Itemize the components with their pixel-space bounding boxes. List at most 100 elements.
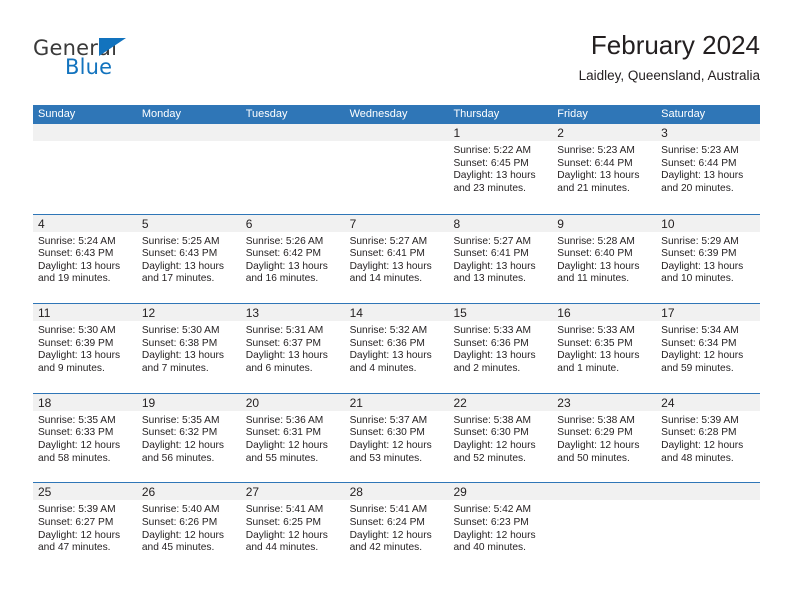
day-number: 3	[661, 126, 668, 140]
calendar-day-cell[interactable]: 28 Sunrise: 5:41 AM Sunset: 6:24 PM Dayligh…	[344, 483, 449, 572]
sunrise-text: Sunrise: 5:23 AM	[557, 145, 635, 156]
calendar-day-cell[interactable]: 24 Sunrise: 5:39 AM Sunset: 6:28 PM Dayligh…	[656, 393, 761, 483]
sunrise-text: Sunrise: 5:32 AM	[349, 325, 428, 337]
calendar-day-cell[interactable]: 23 Sunrise: 5:38 AM Sunset: 6:29 PM Dayligh…	[552, 393, 657, 483]
day-details: Sunrise: 5:29 AM Sunset: 6:39 PM Daylight:…	[656, 232, 760, 286]
calendar-day-cell[interactable]: 13 Sunrise: 5:31 AM Sunset: 6:37 PM Dayligh…	[240, 304, 345, 393]
calendar-day-cell[interactable]: 20 Sunrise: 5:36 AM Sunset: 6:31 PM Dayligh…	[240, 393, 345, 483]
sunrise-text: Sunrise: 5:33 AM	[557, 325, 635, 337]
weekday-header-sunday: Sunday	[38, 108, 76, 120]
day-details: Sunrise: 5:35 AM Sunset: 6:33 PM Daylight:…	[33, 411, 137, 465]
day-number: 13	[245, 306, 260, 321]
daylight-text-line2: and 50 minutes.	[557, 452, 630, 464]
day-details: Sunrise: 5:42 AM Sunset: 6:23 PM Daylight:…	[448, 500, 552, 554]
daylight-text-line2: and 1 minute.	[557, 362, 620, 374]
daylight-text-line2: and 48 minutes.	[661, 452, 734, 464]
day-number-band	[344, 124, 449, 141]
day-number-band: 22	[448, 393, 553, 411]
calendar-day-cell-empty	[344, 124, 449, 214]
sunset-text: Sunset: 6:36 PM	[453, 337, 529, 349]
day-number: 7	[349, 216, 357, 231]
weekday-header-tuesday: Tuesday	[245, 108, 288, 120]
daylight-text-line1: Daylight: 12 hours	[349, 439, 432, 451]
calendar-day-cell[interactable]: 27 Sunrise: 5:41 AM Sunset: 6:25 PM Dayligh…	[240, 483, 345, 572]
calendar-day-cell[interactable]: 17 Sunrise: 5:34 AM Sunset: 6:34 PM Dayligh…	[656, 304, 761, 393]
calendar-grid: Sunday Monday Tuesday Wednesday Thursday…	[33, 105, 761, 572]
sunset-text: Sunset: 6:43 PM	[141, 248, 218, 260]
daylight-text-line2: and 42 minutes.	[349, 542, 423, 554]
calendar-day-cell[interactable]: 9 Sunrise: 5:28 AM Sunset: 6:40 PM Daylight…	[552, 214, 657, 304]
calendar-day-cell[interactable]: 14 Sunrise: 5:32 AM Sunset: 6:36 PM Dayligh…	[344, 304, 449, 393]
day-details: Sunrise: 5:35 AM Sunset: 6:32 PM Daylight:…	[137, 411, 241, 465]
calendar-day-cell[interactable]: 10 Sunrise: 5:29 AM Sunset: 6:39 PM Dayligh…	[656, 214, 761, 304]
day-details: Sunrise: 5:27 AM Sunset: 6:41 PM Daylight:…	[448, 232, 552, 286]
day-number-band: 13	[240, 304, 345, 322]
calendar-day-cell[interactable]: 19 Sunrise: 5:35 AM Sunset: 6:32 PM Dayligh…	[136, 393, 241, 483]
calendar-day-cell[interactable]: 4 Sunrise: 5:24 AM Sunset: 6:43 PM Daylight…	[33, 214, 137, 304]
calendar-day-cell[interactable]: 6 Sunrise: 5:26 AM Sunset: 6:42 PM Daylight…	[240, 214, 345, 304]
day-number-band: 11	[33, 304, 137, 322]
calendar-day-cell[interactable]: 12 Sunrise: 5:30 AM Sunset: 6:38 PM Dayligh…	[136, 304, 241, 393]
daylight-text-line1: Daylight: 12 hours	[661, 350, 744, 362]
calendar-week-row: 25 Sunrise: 5:39 AM Sunset: 6:27 PM Dayligh…	[33, 482, 761, 572]
sunset-text: Sunset: 6:24 PM	[349, 516, 425, 528]
day-details: Sunrise: 5:37 AM Sunset: 6:30 PM Daylight:…	[345, 411, 449, 465]
calendar-day-cell[interactable]: 29 Sunrise: 5:42 AM Sunset: 6:23 PM Dayligh…	[448, 483, 553, 572]
day-details: Sunrise: 5:33 AM Sunset: 6:35 PM Daylight:…	[552, 321, 656, 375]
day-number-band: 23	[552, 393, 657, 411]
weekday-header-row: Sunday Monday Tuesday Wednesday Thursday…	[33, 105, 760, 124]
sunset-text: Sunset: 6:32 PM	[141, 427, 218, 439]
daylight-text-line1: Daylight: 12 hours	[245, 529, 328, 541]
day-number-band: 24	[656, 393, 761, 411]
daylight-text-line2: and 45 minutes.	[141, 542, 215, 554]
daylight-text-line1: Daylight: 12 hours	[245, 439, 328, 451]
calendar-day-cell[interactable]: 25 Sunrise: 5:39 AM Sunset: 6:27 PM Dayligh…	[33, 483, 137, 572]
calendar-day-cell[interactable]: 26 Sunrise: 5:40 AM Sunset: 6:26 PM Dayligh…	[136, 483, 241, 572]
daylight-text-line2: and 23 minutes.	[453, 182, 526, 194]
day-details: Sunrise: 5:28 AM Sunset: 6:40 PM Daylight:…	[552, 232, 656, 286]
calendar-day-cell[interactable]: 2 Sunrise: 5:23 AM Sunset: 6:44 PM Daylight…	[552, 124, 657, 214]
sunrise-text: Sunrise: 5:27 AM	[453, 235, 532, 247]
calendar-day-cell[interactable]: 22 Sunrise: 5:38 AM Sunset: 6:30 PM Dayligh…	[448, 393, 553, 483]
day-number: 16	[557, 306, 571, 321]
day-number-band	[240, 124, 345, 141]
calendar-day-cell[interactable]: 1 Sunrise: 5:22 AM Sunset: 6:45 PM Daylight…	[448, 124, 553, 214]
day-number-band: 12	[136, 304, 241, 322]
sunset-text: Sunset: 6:33 PM	[38, 427, 114, 439]
day-details: Sunrise: 5:26 AM Sunset: 6:42 PM Daylight:…	[241, 232, 345, 286]
day-number-band: 15	[448, 304, 553, 322]
daylight-text-line2: and 40 minutes.	[453, 542, 526, 554]
daylight-text-line1: Daylight: 13 hours	[557, 260, 640, 272]
calendar-day-cell[interactable]: 15 Sunrise: 5:33 AM Sunset: 6:36 PM Dayligh…	[448, 304, 553, 393]
day-number-band: 10	[656, 214, 761, 232]
sunset-text: Sunset: 6:25 PM	[245, 516, 322, 528]
day-number: 20	[245, 395, 260, 410]
calendar-day-cell[interactable]: 5 Sunrise: 5:25 AM Sunset: 6:43 PM Daylight…	[136, 214, 241, 304]
daylight-text-line2: and 52 minutes.	[453, 452, 526, 464]
day-number: 9	[557, 216, 564, 231]
calendar-day-cell-empty	[136, 124, 241, 214]
day-number-band: 17	[656, 304, 761, 322]
sunrise-text: Sunrise: 5:22 AM	[453, 145, 532, 156]
day-number-band: 27	[240, 483, 345, 501]
day-number-band: 5	[136, 214, 241, 232]
calendar-day-cell[interactable]: 7 Sunrise: 5:27 AM Sunset: 6:41 PM Daylight…	[344, 214, 449, 304]
calendar-day-cell[interactable]: 3 Sunrise: 5:23 AM Sunset: 6:44 PM Daylight…	[656, 124, 761, 214]
calendar-day-cell[interactable]: 16 Sunrise: 5:33 AM Sunset: 6:35 PM Dayligh…	[552, 304, 657, 393]
daylight-text-line2: and 47 minutes.	[38, 542, 111, 554]
day-number: 29	[453, 485, 467, 500]
general-blue-logo[interactable]: General Blue	[33, 36, 253, 92]
calendar-day-cell[interactable]: 11 Sunrise: 5:30 AM Sunset: 6:39 PM Dayligh…	[33, 304, 137, 393]
day-number-band: 28	[344, 483, 449, 501]
day-details: Sunrise: 5:41 AM Sunset: 6:24 PM Daylight:…	[345, 500, 449, 554]
calendar-day-cell[interactable]: 8 Sunrise: 5:27 AM Sunset: 6:41 PM Daylight…	[448, 214, 553, 304]
calendar-day-cell[interactable]: 21 Sunrise: 5:37 AM Sunset: 6:30 PM Dayligh…	[344, 393, 449, 483]
day-number-band: 6	[240, 214, 345, 232]
day-number: 12	[141, 306, 156, 321]
day-number-band: 19	[136, 393, 241, 411]
calendar-day-cell[interactable]: 18 Sunrise: 5:35 AM Sunset: 6:33 PM Dayligh…	[33, 393, 137, 483]
day-number-band: 2	[552, 124, 657, 141]
day-details: Sunrise: 5:36 AM Sunset: 6:31 PM Daylight:…	[241, 411, 345, 465]
page-subtitle: Laidley, Queensland, Australia	[578, 68, 760, 83]
daylight-text-line1: Daylight: 12 hours	[38, 439, 121, 451]
